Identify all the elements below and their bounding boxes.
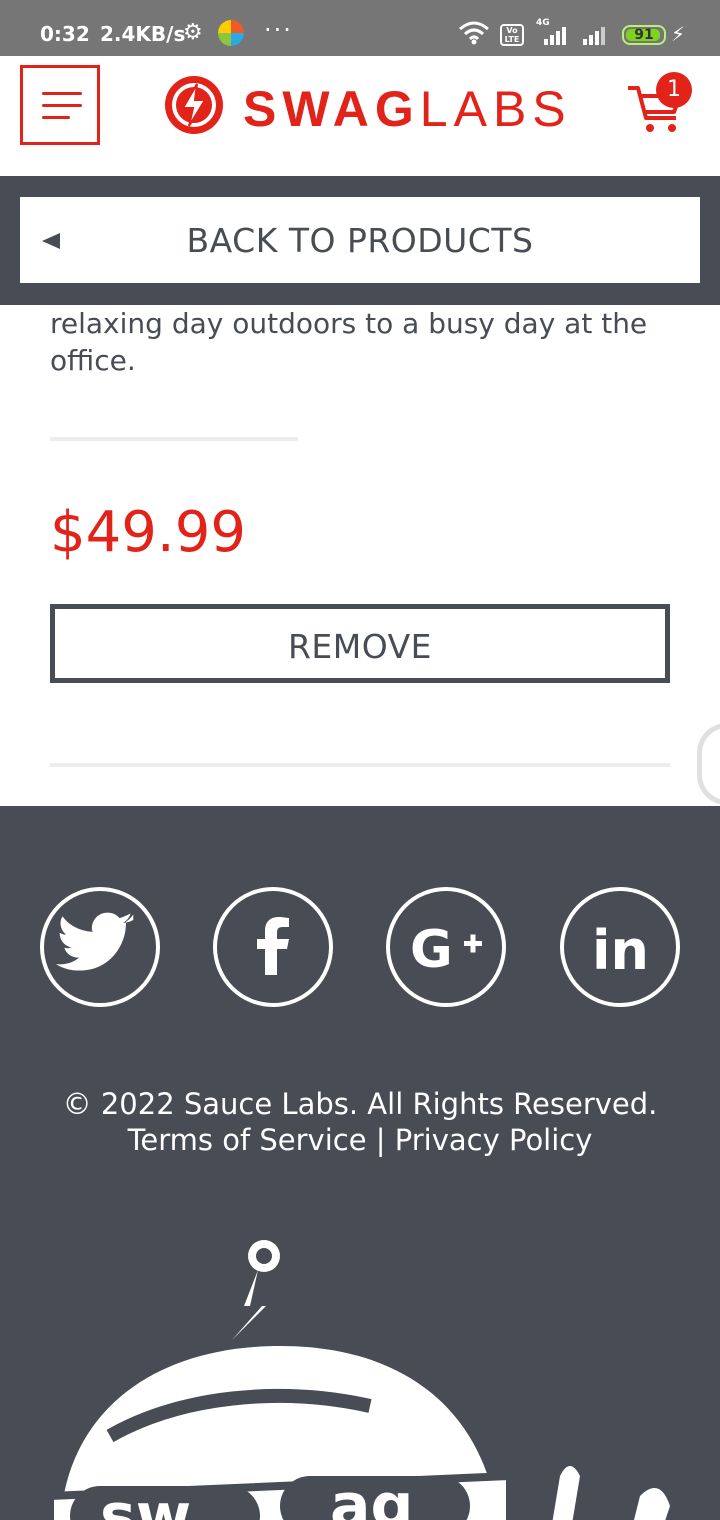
google-plus-icon: G — [410, 920, 482, 980]
linkedin-button[interactable]: in — [560, 887, 680, 1007]
back-banner: BACK TO PRODUCTS — [0, 176, 720, 305]
svg-text:G: G — [410, 920, 453, 980]
volte-icon: Vo LTE — [500, 24, 524, 46]
facebook-button[interactable] — [213, 887, 333, 1007]
twitter-icon — [56, 912, 134, 971]
status-time: 0:32 — [40, 22, 90, 46]
cart-badge: 1 — [656, 72, 692, 108]
app-header: SWAGLABS 1 — [0, 56, 720, 176]
logo-text: SWAGLABS — [243, 81, 572, 137]
remove-button[interactable]: REMOVE — [50, 604, 670, 683]
shopping-cart-button[interactable]: 1 — [626, 72, 692, 136]
linkedin-icon: in — [592, 919, 649, 982]
svg-text:in: in — [592, 919, 649, 982]
divider — [50, 437, 298, 441]
product-price: $49.99 — [50, 500, 246, 565]
legal-links[interactable]: Terms of Service | Privacy Policy — [0, 1122, 720, 1158]
browser-app-icon — [218, 20, 244, 46]
battery-icon: 91 — [622, 25, 666, 45]
edge-scroll-handle[interactable] — [697, 723, 720, 805]
hamburger-line — [42, 104, 82, 107]
signal-strength-icon — [544, 27, 566, 45]
divider — [50, 763, 670, 767]
battery-level: 91 — [634, 27, 654, 43]
charging-icon: ⚡ — [671, 22, 686, 46]
svg-text:ag: ag — [330, 1471, 413, 1520]
back-to-products-label: BACK TO PRODUCTS — [186, 221, 534, 260]
twitter-button[interactable] — [40, 887, 160, 1007]
status-speed: 2.4KB/s — [100, 22, 186, 46]
remove-button-label: REMOVE — [287, 627, 433, 666]
facebook-icon — [257, 917, 289, 975]
more-notifications-icon: ··· — [264, 16, 293, 44]
copyright-line: © 2022 Sauce Labs. All Rights Reserved. — [62, 1087, 658, 1121]
swag-robot-mascot-icon: sw ag — [46, 1240, 670, 1520]
back-to-products-button[interactable]: BACK TO PRODUCTS — [20, 197, 700, 283]
hamburger-line — [42, 92, 82, 95]
hamburger-line — [42, 116, 70, 119]
wifi-icon — [459, 21, 489, 45]
google-plus-button[interactable]: G — [386, 887, 506, 1007]
copyright-text: © 2022 Sauce Labs. All Rights Reserved. … — [0, 1086, 720, 1158]
settings-gear-icon: ⚙ — [183, 20, 203, 45]
swag-labs-logo: SWAGLABS — [163, 72, 566, 137]
status-bar: 0:32 2.4KB/s ⚙ ··· Vo LTE 4G 91 ⚡ — [0, 0, 720, 56]
product-description: relaxing day outdoors to a busy day at t… — [50, 307, 648, 377]
signal-strength-icon — [583, 27, 605, 45]
footer: G in © 2022 Sauce Labs. All Rights Reser… — [0, 806, 720, 1520]
mascot-text: sw — [100, 1481, 191, 1520]
lightning-logo-icon — [165, 76, 223, 134]
menu-button[interactable] — [20, 65, 100, 145]
